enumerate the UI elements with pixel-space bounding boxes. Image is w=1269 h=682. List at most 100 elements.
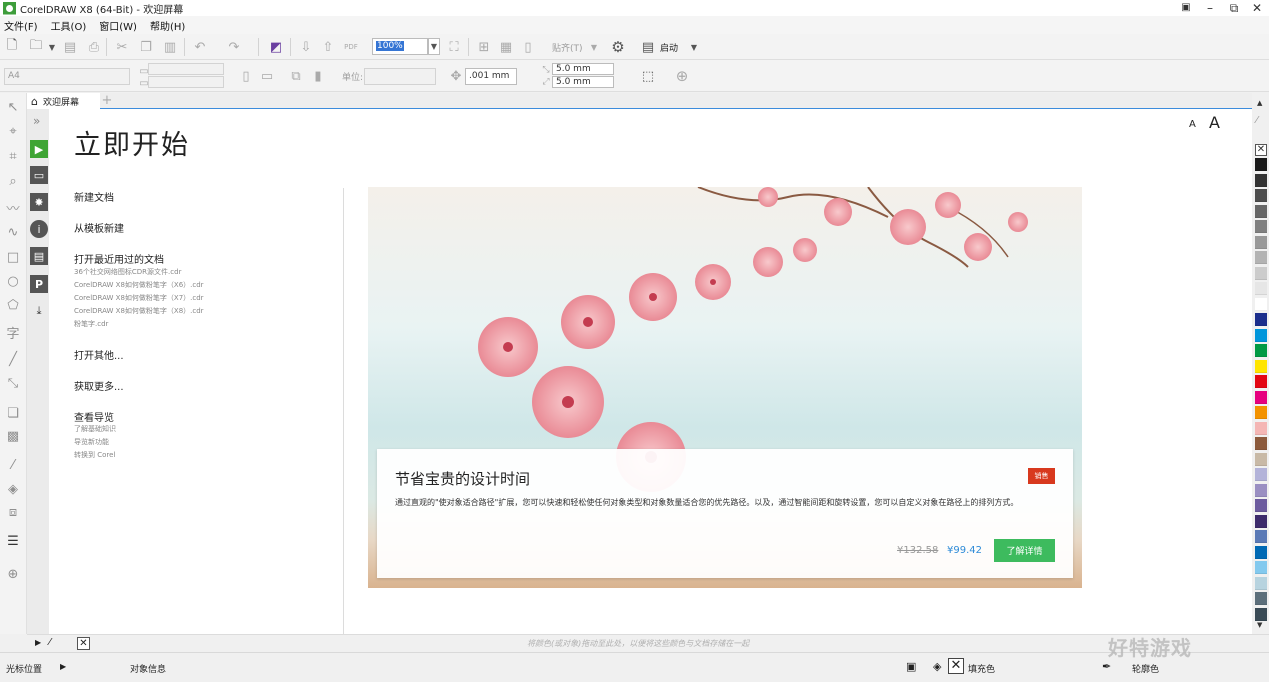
landscape-icon[interactable]: ▭: [259, 68, 275, 84]
color-swatch[interactable]: [1255, 499, 1267, 512]
color-swatch[interactable]: [1255, 251, 1267, 264]
color-swatch[interactable]: [1255, 514, 1267, 528]
add-property-icon[interactable]: ⊕: [674, 67, 690, 85]
new-from-template-link[interactable]: 从模板新建: [74, 220, 124, 235]
open-recent-heading[interactable]: 打开最近用过的文档: [74, 251, 164, 266]
restore-button[interactable]: ⧉: [1222, 0, 1246, 16]
account-icon[interactable]: ▣: [1174, 0, 1198, 16]
cursor-position-label[interactable]: 光标位置: [6, 662, 42, 675]
color-swatch[interactable]: [1255, 235, 1267, 249]
treat-as-filled-icon[interactable]: ⬚: [640, 68, 656, 84]
gallery-icon[interactable]: ▤: [30, 247, 48, 265]
paste-icon[interactable]: ▥: [162, 39, 178, 55]
workspace-icon[interactable]: ▭: [30, 166, 48, 184]
color-swatch[interactable]: [1255, 545, 1267, 559]
recent-file-item[interactable]: 36个社交网络图标CDR源文件.cdr: [74, 267, 181, 277]
color-swatch[interactable]: [1255, 406, 1267, 419]
snap-dropdown-icon[interactable]: ▼: [586, 39, 602, 55]
font-size-large-toggle[interactable]: A: [1209, 113, 1220, 132]
color-swatch[interactable]: [1255, 483, 1267, 497]
launch-label[interactable]: 启动: [660, 41, 678, 54]
cursor-position-arrow-icon[interactable]: ▶: [60, 662, 66, 671]
whats-new-icon[interactable]: ✸: [30, 193, 48, 211]
undo-icon[interactable]: ↶: [192, 39, 208, 55]
get-more-link[interactable]: 获取更多...: [74, 378, 124, 393]
new-document-link[interactable]: 新建文档: [74, 189, 114, 204]
tour-heading[interactable]: 查看导览: [74, 409, 114, 424]
color-swatch[interactable]: [1255, 282, 1267, 295]
tour-link-basics[interactable]: 了解基础知识: [74, 424, 116, 434]
publish-pdf-icon[interactable]: PDF: [343, 39, 359, 55]
color-swatch[interactable]: [1255, 592, 1267, 605]
color-swatch[interactable]: [1255, 468, 1267, 481]
doc-palette-eyedropper-icon[interactable]: ⁄: [49, 637, 51, 648]
color-swatch[interactable]: [1255, 359, 1267, 373]
duplicate-y-field[interactable]: 5.0 mm: [552, 76, 614, 88]
options-gear-icon[interactable]: ⚙: [610, 38, 626, 56]
color-swatch[interactable]: [1255, 452, 1267, 466]
eyedropper-icon[interactable]: ⁄: [5, 457, 21, 473]
text-tool-icon[interactable]: 字: [5, 324, 21, 342]
zoom-level-field[interactable]: 100%: [372, 38, 428, 55]
color-swatch[interactable]: [1255, 390, 1267, 404]
show-guides-icon[interactable]: ▯: [520, 39, 536, 55]
launch-dropdown-icon[interactable]: ▼: [686, 39, 702, 55]
color-swatch[interactable]: [1255, 561, 1267, 574]
shape-tool-icon[interactable]: ⌖: [5, 123, 21, 139]
drop-shadow-icon[interactable]: ❏: [5, 405, 21, 421]
color-swatch[interactable]: [1255, 158, 1267, 171]
duplicate-x-field[interactable]: 5.0 mm: [552, 63, 614, 75]
object-info-label[interactable]: 对象信息: [130, 662, 166, 675]
import-icon[interactable]: ⇩: [298, 39, 314, 55]
color-swatch[interactable]: [1255, 344, 1267, 357]
launch-icon[interactable]: ▤: [640, 39, 656, 55]
page-size-select[interactable]: A4: [4, 68, 130, 85]
palette-eyedropper-icon[interactable]: ⁄: [1256, 115, 1258, 126]
save-icon[interactable]: ▤: [62, 39, 78, 55]
color-swatch[interactable]: [1255, 297, 1267, 311]
all-pages-icon[interactable]: ⧉: [288, 68, 304, 84]
zoom-dropdown-icon[interactable]: ▼: [428, 38, 440, 55]
search-content-icon[interactable]: ◩: [268, 39, 284, 55]
menu-file[interactable]: 文件(F): [4, 18, 38, 33]
cut-icon[interactable]: ✂: [114, 39, 130, 55]
color-swatch[interactable]: [1255, 173, 1267, 187]
recent-file-item[interactable]: CorelDRAW X8如何做粉笔字（X8）.cdr: [74, 306, 204, 316]
open-other-link[interactable]: 打开其他...: [74, 347, 124, 362]
info-icon[interactable]: i: [30, 220, 48, 238]
zoom-tool-icon[interactable]: ⌕: [5, 173, 21, 189]
color-swatch[interactable]: [1255, 607, 1267, 621]
rectangle-tool-icon[interactable]: □: [5, 249, 21, 265]
print-icon[interactable]: ⎙: [86, 39, 102, 55]
tab-welcome-screen[interactable]: ⌂ 欢迎屏幕: [27, 93, 100, 109]
expand-nav-icon[interactable]: »: [33, 114, 40, 128]
color-swatch[interactable]: [1255, 313, 1267, 326]
palette-scroll-up-icon[interactable]: ▲: [1257, 99, 1262, 107]
updates-icon[interactable]: ⤓: [30, 302, 48, 320]
artistic-media-icon[interactable]: ∿: [5, 224, 21, 240]
palette-scroll-down-icon[interactable]: ▼: [1257, 621, 1262, 629]
menu-window[interactable]: 窗口(W): [99, 18, 137, 33]
color-swatch[interactable]: [1255, 530, 1267, 543]
open-icon[interactable]: 🗀: [28, 38, 44, 55]
outline-pen-icon[interactable]: ✒: [1102, 660, 1111, 673]
recent-file-item[interactable]: CorelDRAW X8如何做粉笔字（X7）.cdr: [74, 293, 204, 303]
product-icon[interactable]: P: [30, 275, 48, 293]
doc-palette-arrow-icon[interactable]: ▶: [35, 638, 41, 647]
parallel-dimension-icon[interactable]: ╱: [5, 351, 21, 367]
recent-file-item[interactable]: 粉笔字.cdr: [74, 319, 108, 329]
polygon-tool-icon[interactable]: ⬠: [5, 297, 21, 313]
get-started-icon[interactable]: ▶: [30, 140, 48, 158]
color-swatch[interactable]: [1255, 576, 1267, 590]
connector-tool-icon[interactable]: ⤡: [5, 375, 21, 391]
units-select[interactable]: [364, 68, 436, 85]
add-tab-icon[interactable]: +: [100, 94, 114, 107]
menu-tools[interactable]: 工具(O): [51, 18, 87, 33]
color-swatch[interactable]: [1255, 421, 1267, 435]
crop-tool-icon[interactable]: ⌗: [5, 148, 21, 164]
minimize-button[interactable]: –: [1198, 0, 1222, 16]
color-swatch[interactable]: [1255, 437, 1267, 450]
new-document-icon[interactable]: 🗋: [4, 38, 20, 55]
copy-icon[interactable]: ❐: [138, 39, 154, 55]
snap-to-menu[interactable]: 贴齐(T): [552, 41, 583, 54]
